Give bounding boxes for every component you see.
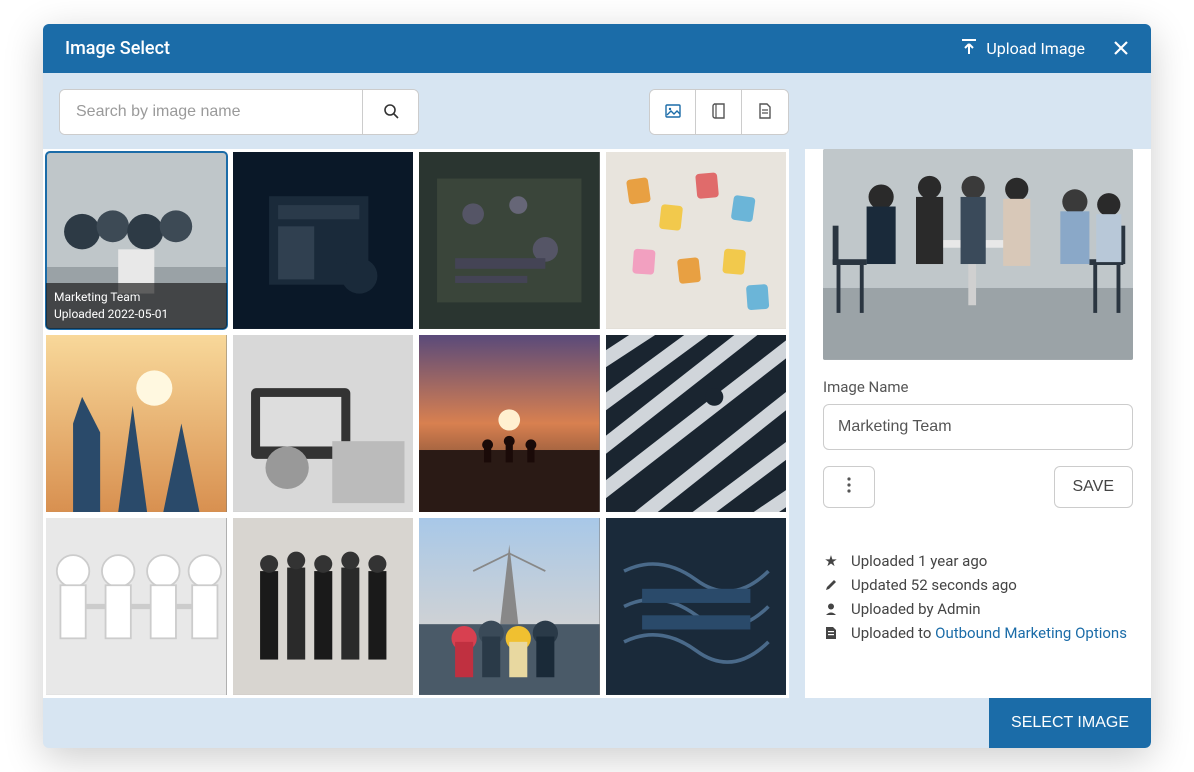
- image-thumbnail[interactable]: [606, 335, 787, 512]
- save-button[interactable]: SAVE: [1054, 466, 1134, 508]
- modal-body: Marketing Team Uploaded 2022-05-01: [43, 149, 1151, 698]
- search-icon: [383, 103, 399, 122]
- close-icon: [1113, 37, 1129, 61]
- document-icon: [759, 103, 771, 122]
- select-image-button[interactable]: SELECT IMAGE: [989, 698, 1151, 748]
- thumbnail-name: Marketing Team: [54, 289, 219, 306]
- search-group: [59, 89, 419, 135]
- image-grid: Marketing Team Uploaded 2022-05-01: [43, 149, 789, 698]
- search-button[interactable]: [362, 90, 418, 134]
- star-icon: ★: [823, 552, 839, 570]
- pencil-icon: [823, 578, 839, 592]
- image-thumbnail[interactable]: [419, 335, 600, 512]
- document-icon: [823, 626, 839, 640]
- header-actions: Upload Image: [962, 39, 1129, 59]
- toolbar: [43, 73, 1151, 149]
- meta-by: Uploaded by Admin: [823, 600, 1133, 618]
- thumbnail-overlay: Marketing Team Uploaded 2022-05-01: [46, 283, 227, 329]
- uploaded-to-link[interactable]: Outbound Marketing Options: [935, 624, 1127, 642]
- view-book-button[interactable]: [696, 90, 742, 134]
- image-meta: ★ Uploaded 1 year ago Updated 52 seconds…: [823, 552, 1133, 642]
- upload-image-button[interactable]: Upload Image: [962, 39, 1085, 59]
- meta-to: Uploaded to Outbound Marketing Options: [823, 624, 1133, 642]
- modal-footer: SELECT IMAGE: [43, 698, 1151, 748]
- image-name-label: Image Name: [823, 378, 1133, 396]
- image-name-input[interactable]: [823, 404, 1133, 450]
- close-button[interactable]: [1113, 39, 1129, 59]
- image-thumbnail[interactable]: [46, 335, 227, 512]
- image-thumbnail[interactable]: [606, 152, 787, 329]
- meta-updated: Updated 52 seconds ago: [823, 576, 1133, 594]
- view-grid-button[interactable]: [650, 90, 696, 134]
- view-toggle: [649, 89, 789, 135]
- more-options-button[interactable]: [823, 466, 875, 508]
- image-preview: [823, 149, 1133, 360]
- view-list-button[interactable]: [742, 90, 788, 134]
- image-thumbnail[interactable]: [46, 518, 227, 695]
- image-icon: [665, 103, 681, 122]
- search-input[interactable]: [60, 90, 362, 134]
- meta-uploaded: ★ Uploaded 1 year ago: [823, 552, 1133, 570]
- modal-title: Image Select: [65, 38, 170, 59]
- details-sidebar: Image Name SAVE ★ Uploaded 1 year ago: [805, 149, 1151, 698]
- upload-icon: [962, 39, 976, 59]
- image-thumbnail[interactable]: [606, 518, 787, 695]
- book-icon: [712, 103, 726, 122]
- person-icon: [823, 602, 839, 616]
- image-thumbnail[interactable]: [233, 335, 414, 512]
- image-thumbnail[interactable]: [419, 518, 600, 695]
- thumbnail-uploaded: Uploaded 2022-05-01: [54, 306, 219, 323]
- image-select-modal: Image Select Upload Image: [43, 24, 1151, 748]
- image-thumbnail[interactable]: [233, 518, 414, 695]
- form-actions: SAVE: [823, 466, 1133, 508]
- upload-label: Upload Image: [986, 39, 1085, 58]
- image-thumbnail[interactable]: [233, 152, 414, 329]
- image-thumbnail[interactable]: [419, 152, 600, 329]
- modal-header: Image Select Upload Image: [43, 24, 1151, 73]
- kebab-icon: [847, 477, 851, 496]
- image-thumbnail[interactable]: Marketing Team Uploaded 2022-05-01: [46, 152, 227, 329]
